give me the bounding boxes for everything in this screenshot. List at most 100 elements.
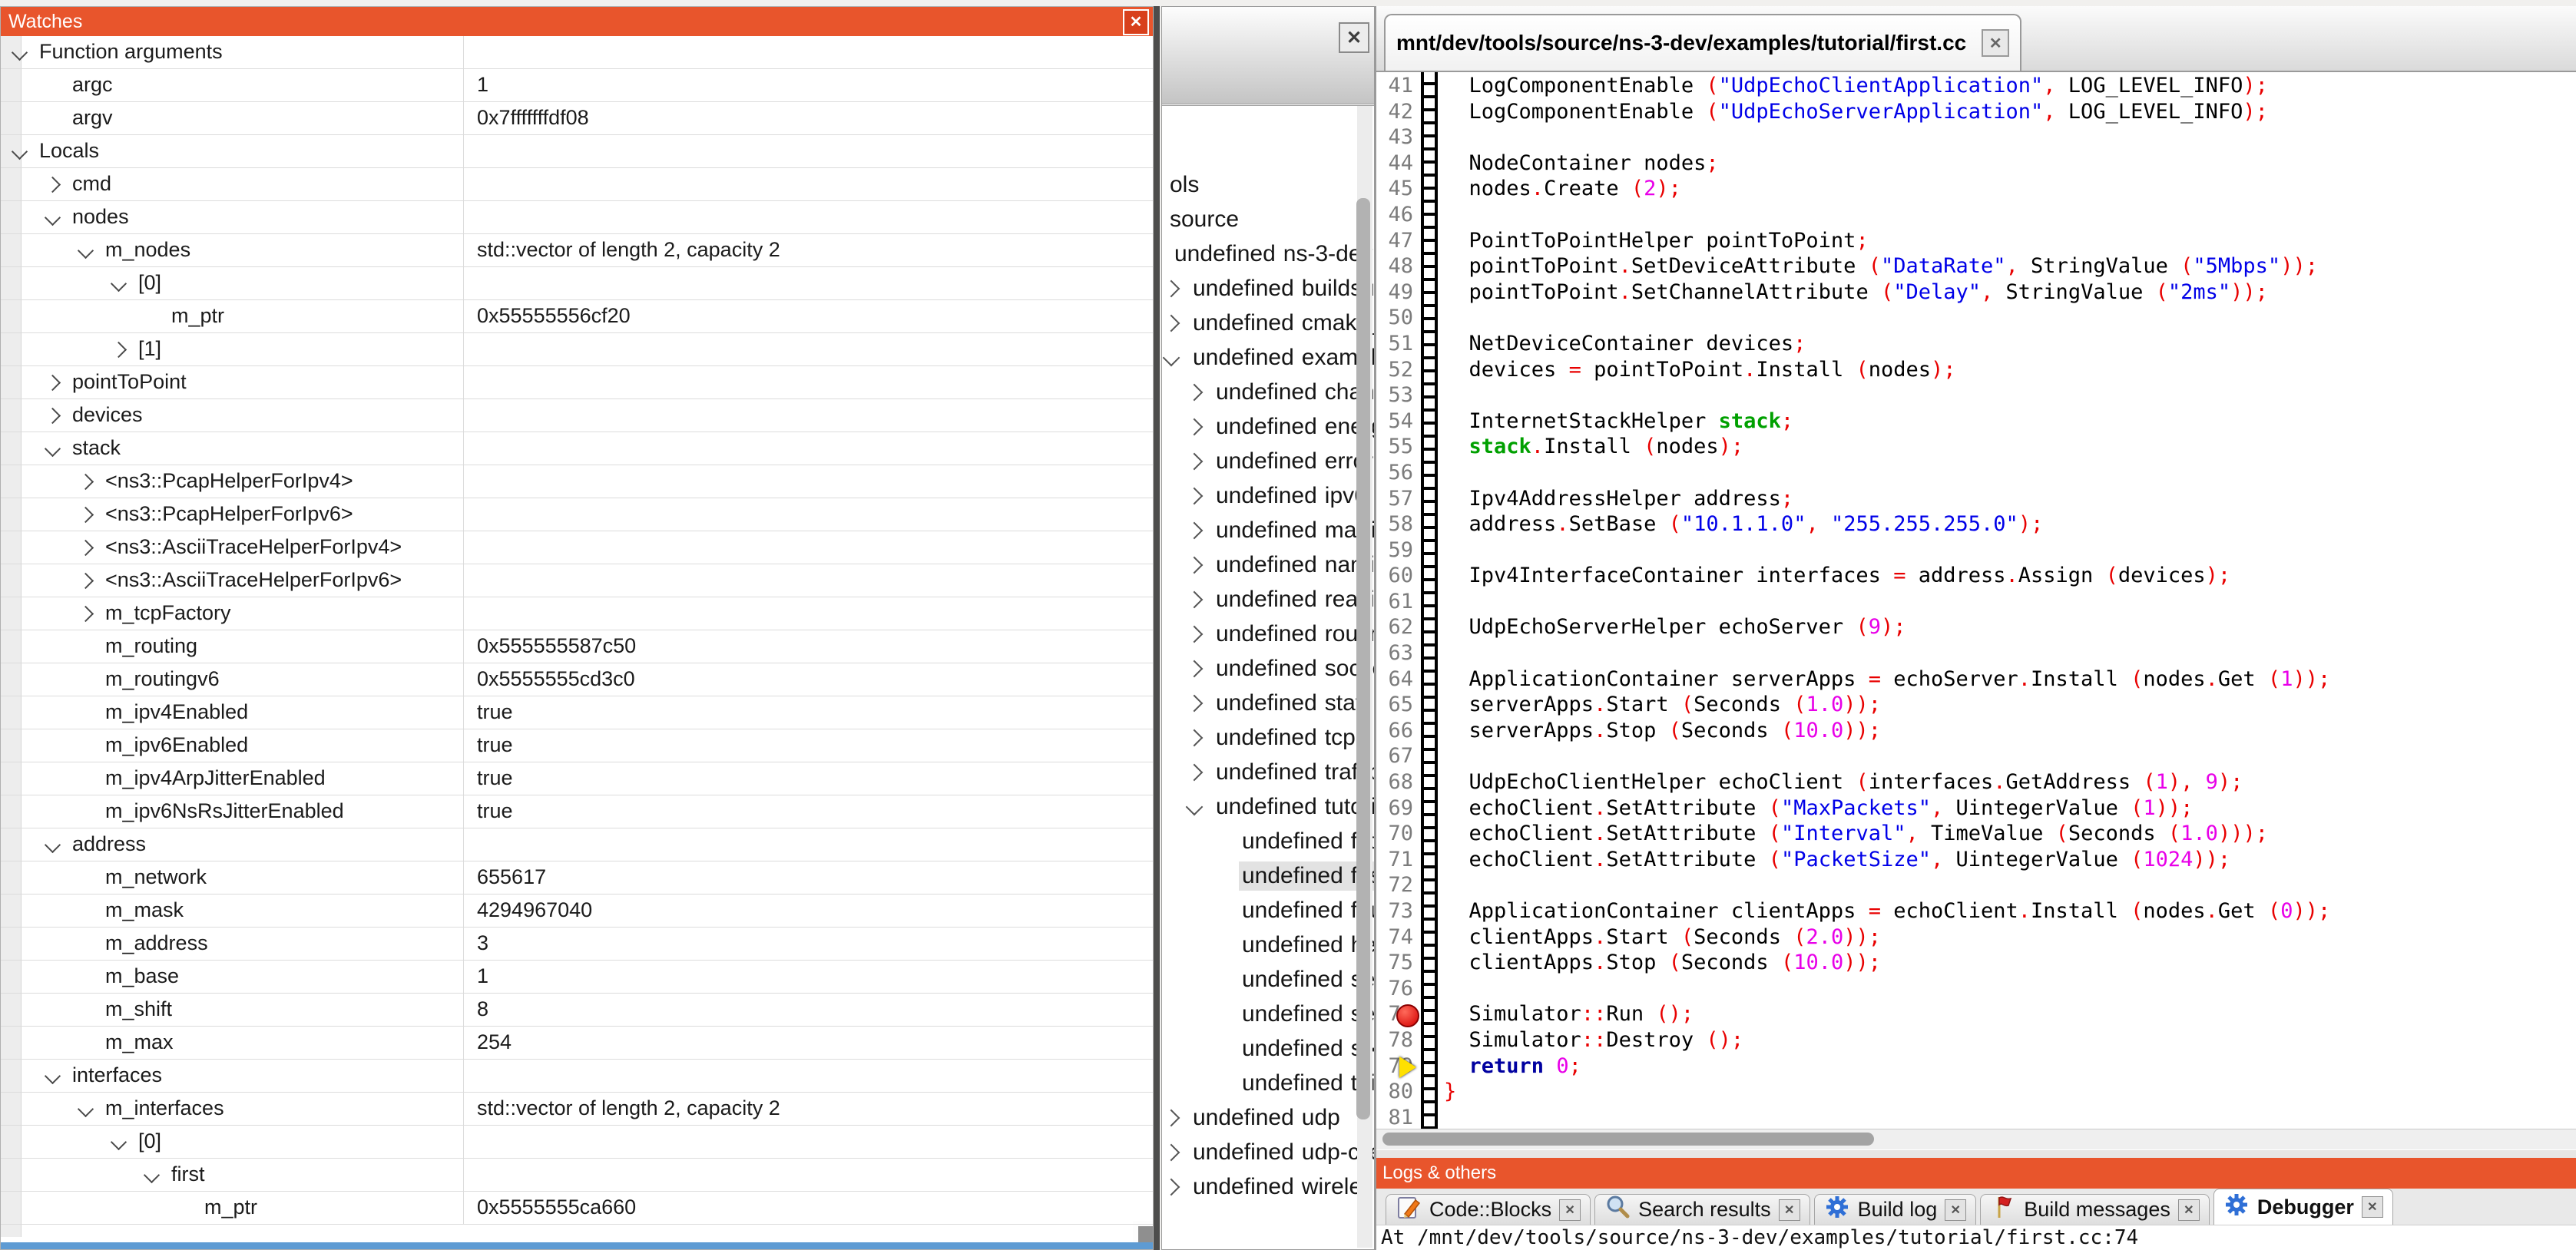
watch-row[interactable]: m_ipv4ArpJitterEnabledtrue — [1, 762, 1153, 795]
expand-chevron-icon[interactable] — [78, 573, 94, 589]
project-tree[interactable]: olssourceundefinedns-3-devundefinedbuild… — [1162, 106, 1374, 1249]
tree-item-seventh-cc[interactable]: undefinedseventh.cc — [1162, 997, 1374, 1031]
tree-item-error-model[interactable]: undefinederror-model — [1162, 444, 1374, 478]
expand-chevron-icon[interactable] — [1186, 556, 1204, 574]
expand-chevron-icon[interactable] — [45, 837, 61, 853]
tree-item-cmake-cache[interactable]: undefinedcmake_cache — [1162, 306, 1374, 340]
tree-item-ns-3-dev[interactable]: undefinedns-3-dev — [1162, 236, 1374, 271]
expand-chevron-icon[interactable] — [78, 474, 94, 490]
tab-close-icon[interactable]: ✕ — [1945, 1199, 1966, 1221]
tree-item-routing[interactable]: undefinedrouting — [1162, 617, 1374, 651]
editor-horizontal-scrollbar[interactable] — [1376, 1129, 2576, 1149]
expand-chevron-icon[interactable] — [1186, 660, 1204, 677]
expand-chevron-icon[interactable] — [45, 177, 61, 193]
watch-row[interactable]: m_tcpFactory — [1, 597, 1153, 630]
expand-chevron-icon[interactable] — [45, 408, 61, 424]
tab-code-blocks[interactable]: Code::Blocks✕ — [1386, 1194, 1591, 1225]
tab-search-results[interactable]: Search results✕ — [1594, 1194, 1810, 1225]
tree-item-fifth-cc[interactable]: undefinedfifth.cc — [1162, 824, 1374, 858]
tree-item-sixth-cc[interactable]: undefinedsixth.cc — [1162, 1031, 1374, 1066]
panel-splitter[interactable] — [1154, 6, 1160, 1250]
expand-chevron-icon[interactable] — [78, 606, 94, 622]
expand-chevron-icon[interactable] — [78, 507, 94, 523]
expand-chevron-icon[interactable] — [1186, 418, 1204, 435]
expand-chevron-icon[interactable] — [1186, 590, 1204, 608]
expand-chevron-icon[interactable] — [1186, 694, 1204, 712]
expand-chevron-icon[interactable] — [111, 342, 127, 358]
watch-row[interactable]: m_routingv60x5555555cd3c0 — [1, 663, 1153, 696]
tree-item-channel-mod[interactable]: undefinedchannel-mod — [1162, 375, 1374, 409]
watch-row[interactable]: <ns3::AsciiTraceHelperForIpv6> — [1, 564, 1153, 597]
expand-chevron-icon[interactable] — [78, 1101, 94, 1117]
watch-row[interactable]: m_ipv6Enabledtrue — [1, 729, 1153, 762]
expand-chevron-icon[interactable] — [1186, 452, 1204, 470]
watches-close-icon[interactable]: ✕ — [1123, 9, 1149, 35]
tree-item-hello-simul[interactable]: undefinedhello-simul — [1162, 928, 1374, 962]
expand-chevron-icon[interactable] — [45, 441, 61, 457]
tree-scrollbar-thumb[interactable] — [1356, 198, 1370, 1119]
watch-row[interactable]: m_network655617 — [1, 861, 1153, 895]
expand-chevron-icon[interactable] — [12, 45, 28, 61]
editor-hscroll-thumb[interactable] — [1382, 1133, 1874, 1146]
watch-row[interactable]: Function arguments — [1, 36, 1153, 69]
tree-item-wireless[interactable]: undefinedwireless — [1162, 1169, 1374, 1204]
expand-chevron-icon[interactable] — [45, 210, 61, 226]
tab-close-icon[interactable]: ✕ — [2362, 1196, 2383, 1218]
expand-chevron-icon[interactable] — [1163, 1143, 1180, 1161]
expand-chevron-icon[interactable] — [1186, 487, 1204, 504]
watch-row[interactable]: [1] — [1, 333, 1153, 366]
expand-chevron-icon[interactable] — [1163, 1109, 1180, 1126]
tree-item-buildsupport[interactable]: undefinedbuildsupport — [1162, 271, 1374, 306]
expand-chevron-icon[interactable] — [78, 540, 94, 556]
editor-tab-close-icon[interactable]: ✕ — [1982, 29, 2009, 57]
watch-row[interactable]: m_ptr0x55555556cf20 — [1, 300, 1153, 333]
tree-item-fourth-cc[interactable]: undefinedfourth.cc — [1162, 893, 1374, 928]
expand-chevron-icon[interactable] — [1163, 279, 1180, 297]
watch-row[interactable]: m_routing0x555555587c50 — [1, 630, 1153, 663]
watch-row[interactable]: address — [1, 828, 1153, 861]
tree-item-second-cc[interactable]: undefinedsecond.cc — [1162, 962, 1374, 997]
tree-item-first-cc[interactable]: undefinedfirst.cc — [1162, 858, 1374, 893]
tree-item-ols[interactable]: ols — [1162, 167, 1374, 202]
watch-row[interactable]: m_shift8 — [1, 994, 1153, 1027]
management-close-icon[interactable]: ✕ — [1339, 22, 1369, 53]
watch-row[interactable]: [0] — [1, 1126, 1153, 1159]
expand-chevron-icon[interactable] — [1186, 729, 1204, 746]
watch-row[interactable]: m_max254 — [1, 1027, 1153, 1060]
watch-row[interactable]: <ns3::AsciiTraceHelperForIpv4> — [1, 531, 1153, 564]
watch-row[interactable]: pointToPoint — [1, 366, 1153, 399]
tree-item-stats[interactable]: undefinedstats — [1162, 686, 1374, 720]
watch-row[interactable]: <ns3::PcapHelperForIpv4> — [1, 465, 1153, 498]
code-area[interactable]: 4142434445464748495051525354555657585960… — [1376, 72, 2576, 1129]
expand-chevron-icon[interactable] — [1186, 521, 1204, 539]
editor-tab-first-cc[interactable]: mnt/dev/tools/source/ns-3-dev/examples/t… — [1384, 14, 2021, 71]
expand-chevron-icon[interactable] — [111, 276, 127, 292]
expand-chevron-icon[interactable] — [1163, 314, 1180, 332]
tree-item-matrix-topolo[interactable]: undefinedmatrix-topolo — [1162, 513, 1374, 547]
expand-chevron-icon[interactable] — [78, 243, 94, 259]
watch-row[interactable]: m_mask4294967040 — [1, 895, 1153, 928]
expand-chevron-icon[interactable] — [1163, 349, 1180, 366]
watch-row[interactable]: m_ptr0x5555555ca660 — [1, 1192, 1153, 1225]
tab-build-messages[interactable]: Build messages✕ — [1980, 1194, 2210, 1225]
tree-item-energy[interactable]: undefinedenergy — [1162, 409, 1374, 444]
watch-row[interactable]: m_nodesstd::vector of length 2, capacity… — [1, 234, 1153, 267]
expand-chevron-icon[interactable] — [144, 1167, 160, 1183]
tree-item-tcp[interactable]: undefinedtcp — [1162, 720, 1374, 755]
watch-row[interactable]: interfaces — [1, 1060, 1153, 1093]
expand-chevron-icon[interactable] — [45, 1068, 61, 1084]
expand-chevron-icon[interactable] — [1186, 625, 1204, 643]
tree-item-naming[interactable]: undefinednaming — [1162, 547, 1374, 582]
expand-chevron-icon[interactable] — [1163, 1178, 1180, 1195]
watches-title-bar[interactable]: Watches ✕ — [1, 7, 1153, 36]
tree-item-udp-client-ser[interactable]: undefinedudp-client-ser — [1162, 1135, 1374, 1169]
watch-row[interactable]: Locals — [1, 135, 1153, 168]
watch-row[interactable]: devices — [1, 399, 1153, 432]
tree-item-traffic-contro[interactable]: undefinedtraffic-contro — [1162, 755, 1374, 789]
watch-row[interactable]: argv0x7fffffffdf08 — [1, 102, 1153, 135]
expand-chevron-icon[interactable] — [1186, 798, 1204, 815]
watch-row[interactable]: argc1 — [1, 69, 1153, 102]
watch-row[interactable]: m_ipv6NsRsJitterEnabledtrue — [1, 795, 1153, 828]
tree-item-tutorial[interactable]: undefinedtutorial — [1162, 789, 1374, 824]
expand-chevron-icon[interactable] — [1186, 383, 1204, 401]
